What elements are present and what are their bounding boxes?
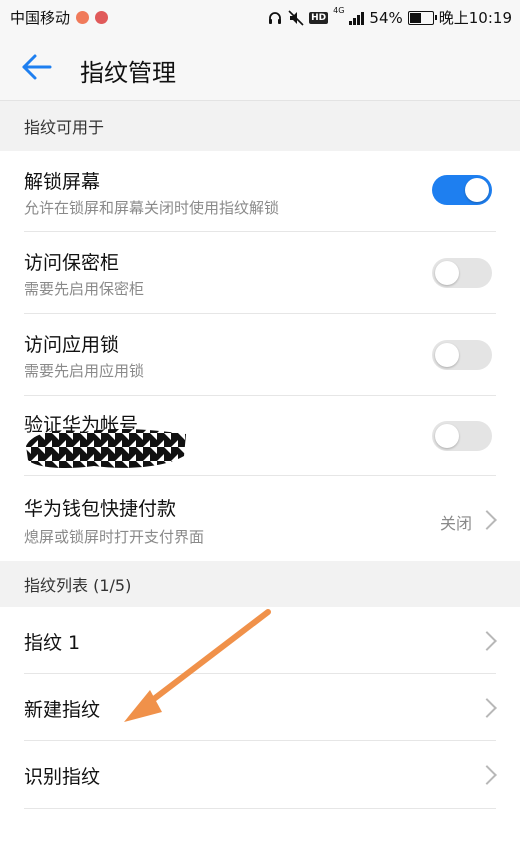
app-lock-toggle[interactable] [432,340,492,370]
back-button[interactable] [20,50,60,86]
arrow-left-icon [22,54,52,80]
section-header-usage: 指纹可用于 [0,101,520,151]
setting-row-wallet-quick-pay[interactable]: 华为钱包快捷付款 熄屏或锁屏时打开支付界面 关闭 [0,476,520,561]
headset-icon [269,11,282,24]
row-title: 解锁屏幕 [24,171,101,193]
row-title: 新建指纹 [24,699,101,721]
app-header: 指纹管理 [0,36,520,101]
toggle-knob [465,178,489,202]
chevron-right-icon [477,631,497,651]
hd-badge: HD [309,11,329,24]
page-title: 指纹管理 [80,59,176,87]
safe-toggle[interactable] [432,258,492,288]
row-title: 访问保密柜 [24,252,120,274]
signal-icon [349,11,365,25]
redaction-mark [26,428,186,468]
huawei-account-toggle[interactable] [432,421,492,451]
battery-fill [409,12,421,23]
status-bar: 中国移动 HD 4G 54% 晚上10:19 [0,0,520,36]
row-title: 访问应用锁 [24,334,120,356]
battery-percent: 54% [369,8,403,27]
mute-icon [288,9,304,26]
row-subtitle: 需要先启用应用锁 [24,362,145,380]
chevron-right-icon [477,765,497,785]
setting-row-app-lock[interactable]: 访问应用锁 需要先启用应用锁 [0,314,520,396]
battery-icon [407,10,437,25]
fingerprint-item-1[interactable]: 指纹 1 [0,607,520,674]
network-type: 4G [333,6,345,15]
row-title: 华为钱包快捷付款 [24,498,177,520]
clock: 晚上10:19 [438,9,512,27]
chevron-right-icon [477,698,497,718]
app-notification-icon [76,11,90,24]
setting-row-huawei-account[interactable]: 验证华为帐号 [0,396,520,476]
new-fingerprint-row[interactable]: 新建指纹 [0,674,520,741]
status-left: 中国移动 [10,7,109,28]
row-subtitle: 需要先启用保密柜 [24,280,145,298]
wallet-status-value: 关闭 [439,514,472,533]
identify-fingerprint-row[interactable]: 识别指纹 [0,741,520,809]
status-right: HD 4G 54% 晚上10:19 [267,7,512,28]
carrier-label: 中国移动 [10,9,71,27]
toggle-knob [435,261,459,285]
section-title: 指纹列表 (1/5) [24,576,132,595]
unlock-screen-toggle[interactable] [432,175,492,205]
divider [24,808,496,809]
row-title: 识别指纹 [24,766,101,788]
toggle-knob [435,424,459,448]
chevron-right-icon [477,510,497,530]
row-subtitle: 允许在锁屏和屏幕关闭时使用指纹解锁 [24,199,280,217]
row-title: 指纹 1 [24,632,81,654]
row-subtitle: 熄屏或锁屏时打开支付界面 [24,528,205,546]
setting-row-unlock-screen[interactable]: 解锁屏幕 允许在锁屏和屏幕关闭时使用指纹解锁 [0,151,520,232]
section-header-fingerprint-list: 指纹列表 (1/5) [0,561,520,607]
toggle-knob [435,343,459,367]
section-title: 指纹可用于 [24,118,105,137]
app-notification-icon-2 [95,11,109,24]
setting-row-safe[interactable]: 访问保密柜 需要先启用保密柜 [0,232,520,314]
